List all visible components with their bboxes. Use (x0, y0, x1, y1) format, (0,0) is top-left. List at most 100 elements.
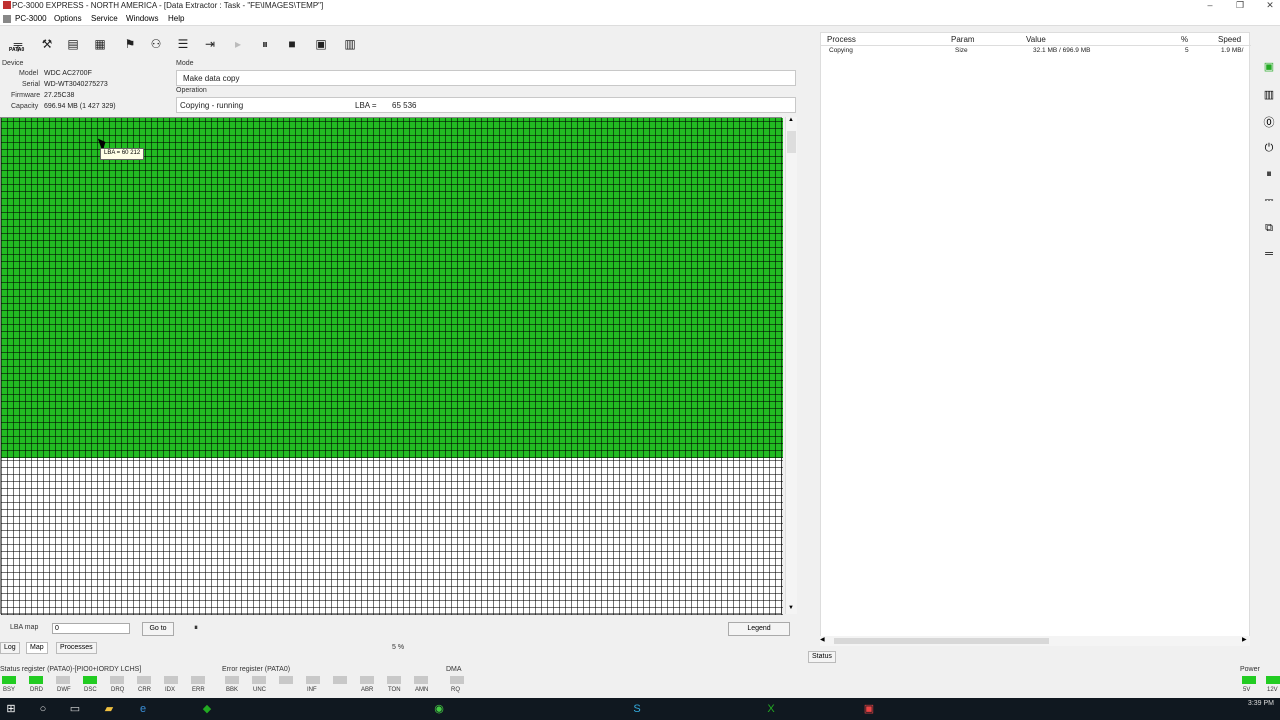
capacity-value: 696.94 MB (1 427 329) (44, 103, 116, 110)
tab-status[interactable]: Status (808, 651, 836, 663)
right-toolbar: ▣ ▥ ⓪ ⏻ ⏸ ⎓ ⧉ ═ (1258, 60, 1280, 270)
window-title: PC-3000 EXPRESS - NORTH AMERICA - [Data … (12, 1, 324, 10)
status-label-3: DSC (84, 687, 97, 693)
tab-log[interactable]: Log (0, 642, 20, 654)
device-section-title: Device (2, 60, 24, 67)
binoculars-icon[interactable]: ⚇ (147, 34, 165, 54)
status-led-1 (29, 676, 43, 684)
status-label-4: DRQ (111, 687, 125, 693)
lba-tooltip: LBA = 60 212 (100, 148, 145, 160)
green-stack-icon[interactable]: ▣ (1260, 60, 1278, 78)
error-led-4 (333, 676, 347, 684)
toolbar (0, 28, 800, 60)
capacity-label: Capacity (11, 103, 39, 110)
status-led-6 (164, 676, 178, 684)
status-label-7: ERR (192, 687, 205, 693)
chart-icon[interactable]: ▥ (341, 34, 359, 54)
power-title: Power (1240, 666, 1260, 673)
map-vertical-scrollbar[interactable]: ▲ ▼ (785, 117, 797, 614)
firmware-value: 27.25C38 (44, 92, 75, 99)
chrome-icon[interactable]: ◉ (432, 702, 446, 716)
power-label-1: 12V (1267, 687, 1278, 693)
pause-icon[interactable]: ⏸ (256, 34, 274, 54)
serial-value: WD-WT3040275273 (44, 81, 108, 88)
scroll-left-icon[interactable]: ◀ (820, 636, 825, 643)
operation-section-title: Operation (176, 87, 207, 94)
pause-side-icon[interactable]: ⏸ (1260, 168, 1278, 186)
lba-map-input[interactable] (52, 623, 130, 634)
mode-section-title: Mode (176, 60, 194, 67)
legend-button[interactable]: Legend (728, 622, 790, 636)
id-icon[interactable]: ▦ (91, 34, 109, 54)
tools-icon[interactable]: ⚒ (38, 34, 56, 54)
search-icon[interactable]: ○ (36, 702, 50, 716)
status-label-1: DRD (30, 687, 43, 693)
slider-icon[interactable]: ═ (1260, 248, 1278, 266)
col-param: Param (951, 35, 975, 44)
error-label-3: INF (307, 687, 317, 693)
menu-service[interactable]: Service (91, 14, 118, 23)
task-view-icon[interactable]: ▭ (68, 702, 82, 716)
scroll-down-icon[interactable]: ▼ (788, 605, 794, 611)
tab-map[interactable]: Map (26, 642, 48, 654)
status-led-2 (56, 676, 70, 684)
start-icon[interactable]: ⊞ (4, 702, 18, 716)
error-led-6 (387, 676, 401, 684)
status-led-4 (110, 676, 124, 684)
copy-icon[interactable]: ⧉ (1260, 222, 1278, 240)
scroll-thumb[interactable] (787, 131, 796, 153)
operation-box: Copying - running LBA = 65 536 (176, 97, 796, 113)
stop-icon[interactable]: ■ (283, 34, 301, 54)
pc3000-taskbar-icon[interactable]: ▣ (862, 702, 876, 716)
lba-map-grid[interactable] (0, 117, 783, 615)
status-led-5 (137, 676, 151, 684)
port-label: PATA0 (9, 47, 25, 53)
error-label-5: ABR (361, 687, 374, 693)
lba-map-label: LBA map (10, 624, 39, 631)
log-icon[interactable]: ▣ (312, 34, 330, 54)
menu-help[interactable]: Help (168, 14, 184, 23)
map-read-blocks (1, 118, 783, 458)
col-value: Value (1026, 35, 1046, 44)
menu-bar: PC-3000 Options Service Windows Help (0, 12, 1280, 26)
restore-icon[interactable]: ❐ (1232, 0, 1248, 12)
status-label-5: CRR (138, 687, 151, 693)
excel-icon[interactable]: X (764, 702, 778, 716)
menu-pc3000[interactable]: PC-3000 (15, 14, 47, 23)
cable-icon[interactable]: ⎓ (1260, 194, 1278, 212)
edge-icon[interactable]: e (136, 702, 150, 716)
menu-options[interactable]: Options (54, 14, 82, 23)
explorer-icon[interactable]: ▰ (102, 702, 116, 716)
row-value: 32.1 MB / 696.9 MB (1033, 47, 1091, 54)
close-icon[interactable]: ✕ (1262, 0, 1278, 12)
scroll-right-icon[interactable]: ▶ (1242, 636, 1247, 643)
progress-percent: 5 % (392, 644, 405, 651)
row-process: Copying (829, 47, 853, 54)
operation-status: Copying - running (180, 101, 244, 110)
play-icon[interactable]: ▸ (229, 34, 247, 54)
process-horizontal-scrollbar[interactable]: ◀ ▶ (820, 636, 1250, 646)
reset-icon[interactable]: ⓪ (1260, 114, 1278, 132)
tab-processes[interactable]: Processes (56, 642, 97, 654)
scroll-up-icon[interactable]: ▲ (788, 117, 794, 123)
menu-windows[interactable]: Windows (126, 14, 158, 23)
flag-icon[interactable]: ⚑ (121, 34, 139, 54)
col-percent: % (1181, 35, 1189, 44)
skype-icon[interactable]: S (630, 702, 644, 716)
app-icon-1[interactable]: ◆ (200, 702, 214, 716)
row-speed: 1.9 MB/ (1221, 47, 1244, 54)
error-label-1: UNC (253, 687, 266, 693)
power-switch-icon[interactable]: ⏻ (1260, 142, 1278, 160)
dma-label-0: RQ (451, 687, 460, 693)
config-icon[interactable]: ▤ (64, 34, 82, 54)
status-register-title: Status register (PATA0)-[PIO0+IORDY LCHS… (0, 666, 142, 673)
row-percent: 5 (1185, 47, 1189, 54)
goto-button[interactable]: Go to (142, 622, 174, 636)
pause-small-icon[interactable]: ⏸ (194, 623, 198, 633)
connector-icon[interactable]: ▥ (1260, 88, 1278, 106)
hscroll-thumb[interactable] (834, 638, 1049, 644)
lba-map-controls: LBA map Go to ⏸ Legend (0, 620, 800, 636)
export-icon[interactable]: ⇥ (201, 34, 219, 54)
minimize-icon[interactable]: – (1202, 0, 1218, 12)
stack-icon[interactable]: ☰ (174, 34, 192, 54)
